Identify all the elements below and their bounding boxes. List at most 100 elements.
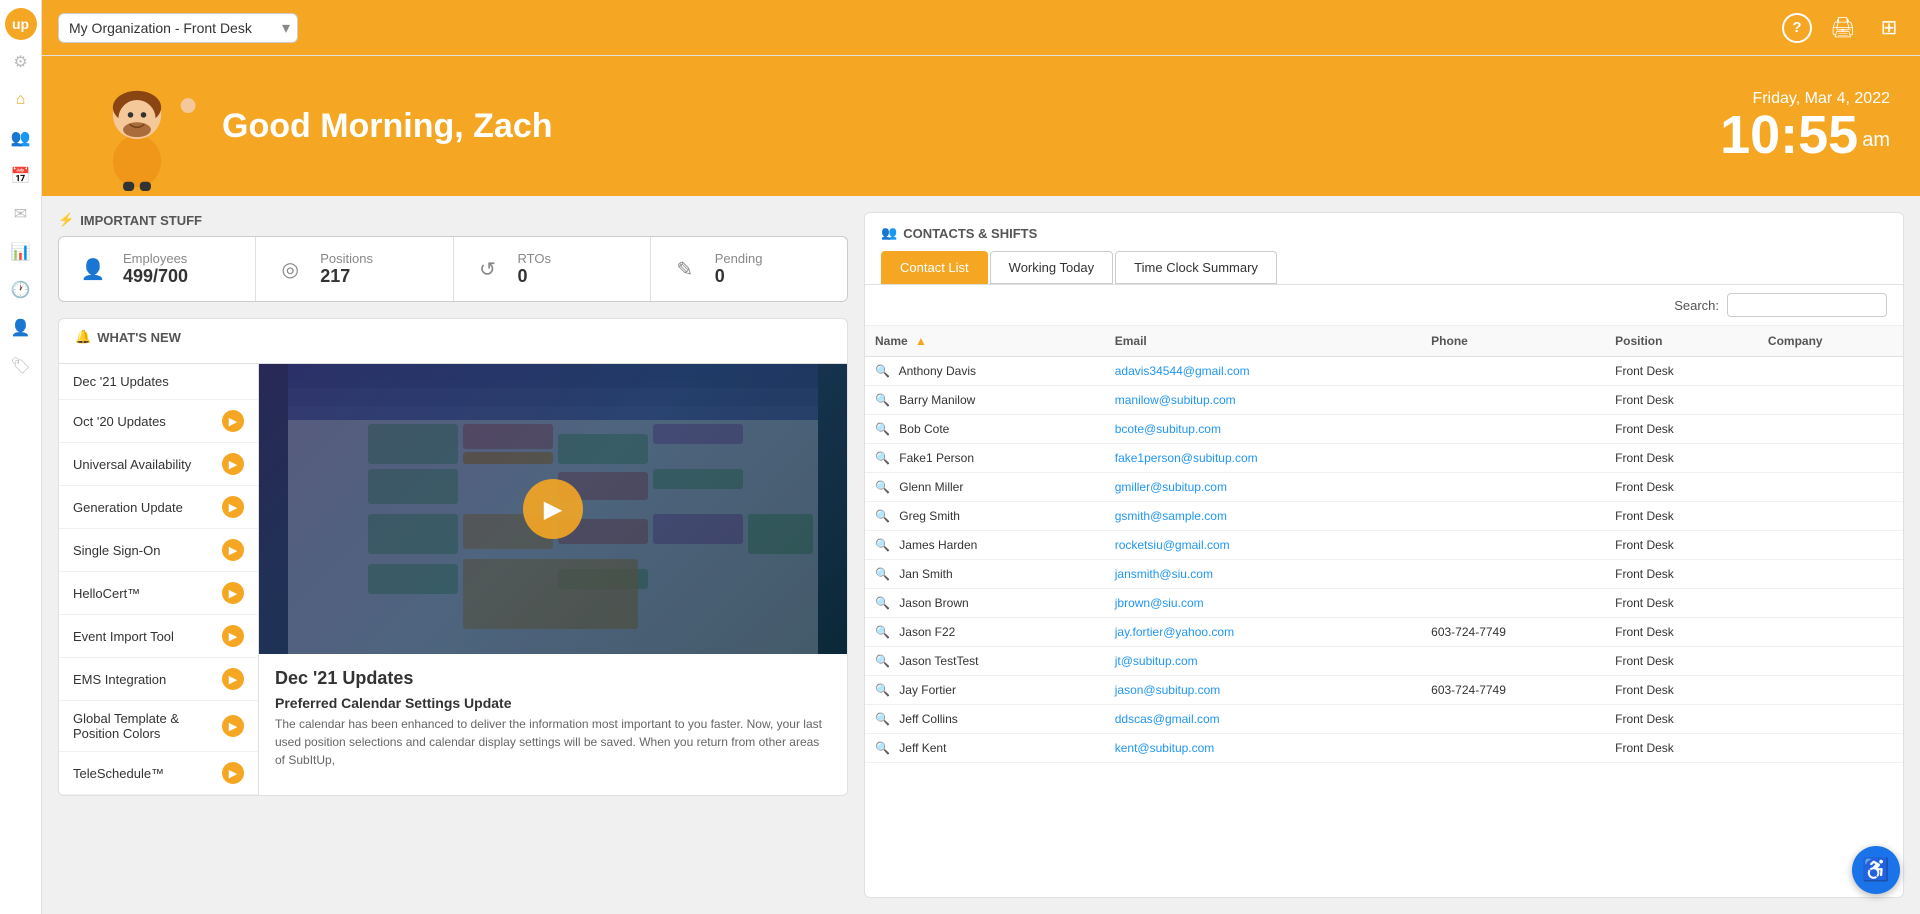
col-email[interactable]: Email [1105,326,1421,357]
news-item-label: Dec '21 Updates [73,374,169,389]
search-row-icon[interactable]: 🔍 [875,654,890,668]
cell-phone [1421,357,1605,386]
content-area: Good Morning, Zach Friday, Mar 4, 2022 1… [42,56,1920,914]
stat-employees[interactable]: 👤 Employees 499/700 [59,237,256,301]
stat-positions[interactable]: ◎ Positions 217 [256,237,453,301]
search-row-icon[interactable]: 🔍 [875,683,890,697]
email-link[interactable]: jbrown@siu.com [1115,596,1204,610]
table-row: 🔍 Jeff Collins ddscas@gmail.com Front De… [865,705,1903,734]
tab-time-clock[interactable]: Time Clock Summary [1115,251,1277,284]
bolt-icon: ⚡ [58,212,74,228]
org-dropdown[interactable]: My Organization - Front Desk [58,13,298,43]
col-company[interactable]: Company [1758,326,1903,357]
sidebar-item-settings[interactable]: ⚙ [5,46,37,78]
email-link[interactable]: bcote@subitup.com [1115,422,1221,436]
cell-email: kent@subitup.com [1105,734,1421,763]
table-row: 🔍 Jason TestTest jt@subitup.com Front De… [865,647,1903,676]
email-link[interactable]: rocketsiu@gmail.com [1115,538,1230,552]
cell-email: jay.fortier@yahoo.com [1105,618,1421,647]
email-link[interactable]: manilow@subitup.com [1115,393,1236,407]
email-link[interactable]: jansmith@siu.com [1115,567,1213,581]
cell-company [1758,618,1903,647]
news-item-hellocert[interactable]: HelloCert™ ▶ [59,572,258,615]
positions-icon: ◎ [272,251,308,287]
news-item-ems[interactable]: EMS Integration ▶ [59,658,258,701]
org-selector[interactable]: My Organization - Front Desk [58,13,298,43]
cell-company [1758,647,1903,676]
sidebar-item-users[interactable]: 👥 [5,122,37,154]
sidebar-item-reports[interactable]: 📊 [5,236,37,268]
search-row-icon[interactable]: 🔍 [875,480,890,494]
email-link[interactable]: gmiller@subitup.com [1115,480,1227,494]
print-icon[interactable]: 🖨 [1828,13,1858,43]
stat-rtos[interactable]: ↺ RTOs 0 [454,237,651,301]
search-row-icon[interactable]: 🔍 [875,364,890,378]
email-link[interactable]: jason@subitup.com [1115,683,1221,697]
cell-email: manilow@subitup.com [1105,386,1421,415]
cell-email: jason@subitup.com [1105,676,1421,705]
cell-email: jansmith@siu.com [1105,560,1421,589]
search-row-icon[interactable]: 🔍 [875,538,890,552]
search-row-icon[interactable]: 🔍 [875,567,890,581]
search-row-icon[interactable]: 🔍 [875,451,890,465]
sidebar-item-home[interactable]: ⌂ [5,84,37,116]
email-link[interactable]: jt@subitup.com [1115,654,1198,668]
search-row-icon[interactable]: 🔍 [875,741,890,755]
news-item-generation[interactable]: Generation Update ▶ [59,486,258,529]
email-link[interactable]: kent@subitup.com [1115,741,1215,755]
help-icon[interactable]: ? [1782,13,1812,43]
col-name[interactable]: Name ▲ [865,326,1105,357]
sidebar-item-tags[interactable]: 🏷 [5,350,37,382]
email-link[interactable]: adavis34544@gmail.com [1115,364,1250,378]
sidebar-item-clock[interactable]: 🕐 [5,274,37,306]
cell-email: jbrown@siu.com [1105,589,1421,618]
news-item-event[interactable]: Event Import Tool ▶ [59,615,258,658]
sidebar-item-messages[interactable]: ✉ [5,198,37,230]
col-phone[interactable]: Phone [1421,326,1605,357]
positions-value: 217 [320,266,373,287]
email-link[interactable]: gsmith@sample.com [1115,509,1227,523]
search-row-icon[interactable]: 🔍 [875,393,890,407]
search-row-icon[interactable]: 🔍 [875,712,890,726]
search-row-icon[interactable]: 🔍 [875,625,890,639]
search-row-icon[interactable]: 🔍 [875,422,890,436]
sidebar-item-calendar[interactable]: 📅 [5,160,37,192]
table-row: 🔍 Anthony Davis adavis34544@gmail.com Fr… [865,357,1903,386]
tab-contact-list[interactable]: Contact List [881,251,988,284]
news-item-global[interactable]: Global Template & Position Colors ▶ [59,701,258,752]
cell-phone [1421,705,1605,734]
table-row: 🔍 Barry Manilow manilow@subitup.com Fron… [865,386,1903,415]
email-link[interactable]: fake1person@subitup.com [1115,451,1258,465]
news-item-tele[interactable]: TeleSchedule™ ▶ [59,752,258,795]
video-preview[interactable]: ▶ [259,364,847,654]
important-stuff-title: ⚡ IMPORTANT STUFF [58,212,848,228]
tab-working-today[interactable]: Working Today [990,251,1114,284]
cell-phone [1421,560,1605,589]
news-item-label: Generation Update [73,500,183,515]
sidebar-item-profile[interactable]: 👤 [5,312,37,344]
cell-phone [1421,502,1605,531]
news-item-universal[interactable]: Universal Availability ▶ [59,443,258,486]
contacts-tabs: Contact List Working Today Time Clock Su… [881,251,1887,284]
cell-company [1758,531,1903,560]
cell-name: 🔍 Jeff Kent [865,734,1105,763]
logo[interactable]: up [5,8,37,40]
apps-icon[interactable]: ⊞ [1874,13,1904,43]
hero-ampm: am [1862,129,1890,162]
search-row-icon[interactable]: 🔍 [875,509,890,523]
email-link[interactable]: jay.fortier@yahoo.com [1115,625,1234,639]
search-input[interactable] [1727,293,1887,317]
employees-icon: 👤 [75,251,111,287]
news-item-sso[interactable]: Single Sign-On ▶ [59,529,258,572]
cell-company [1758,560,1903,589]
accessibility-button[interactable]: ♿ [1852,846,1900,894]
table-row: 🔍 Jason F22 jay.fortier@yahoo.com 603-72… [865,618,1903,647]
stat-pending[interactable]: ✎ Pending 0 [651,237,847,301]
news-item-dec21[interactable]: Dec '21 Updates [59,364,258,400]
news-item-oct20[interactable]: Oct '20 Updates ▶ [59,400,258,443]
play-button[interactable]: ▶ [523,479,583,539]
email-link[interactable]: ddscas@gmail.com [1115,712,1220,726]
col-position[interactable]: Position [1605,326,1758,357]
search-row-icon[interactable]: 🔍 [875,596,890,610]
cell-position: Front Desk [1605,444,1758,473]
